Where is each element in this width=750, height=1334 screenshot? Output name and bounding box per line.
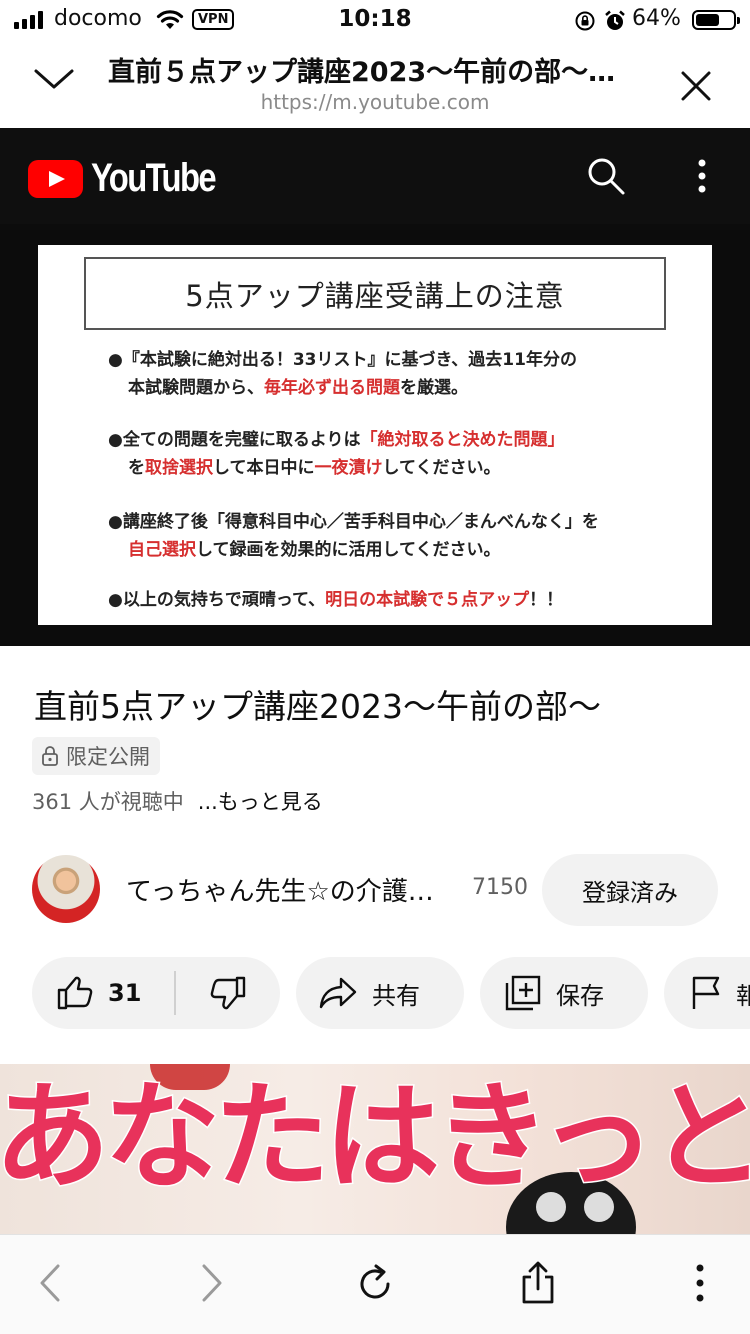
slide-line: ●全ての問題を完璧に取るよりは「絶対取ると決めた問題」 bbox=[108, 430, 565, 450]
youtube-wordmark: YouTube bbox=[91, 156, 217, 200]
flag-icon bbox=[692, 976, 720, 1009]
report-label: 報告 bbox=[736, 981, 750, 1010]
thumbs-down-icon bbox=[210, 976, 246, 1010]
privacy-label: 限定公開 bbox=[66, 745, 150, 769]
slide-line: 自己選択して録画を効果的に活用してください。 bbox=[128, 540, 501, 560]
status-bar: docomo VPN 10:18 64% bbox=[0, 0, 750, 40]
battery-fill bbox=[696, 14, 719, 26]
video-player[interactable]: 5点アップ講座受講上の注意 ●『本試験に絶対出る！33リスト』に基づき、過去11… bbox=[0, 224, 750, 646]
show-more-link[interactable]: ...もっと見る bbox=[198, 790, 323, 814]
dislike-button[interactable] bbox=[176, 957, 280, 1029]
subscriber-count: 7150 bbox=[472, 875, 528, 900]
video-frame-slide: 5点アップ講座受講上の注意 ●『本試験に絶対出る！33リスト』に基づき、過去11… bbox=[38, 245, 712, 625]
like-count: 31 bbox=[108, 979, 142, 1007]
next-video-thumbnail[interactable]: あなたはきっと 大丈夫 bbox=[0, 1064, 750, 1234]
close-icon[interactable] bbox=[680, 70, 712, 102]
share-label: 共有 bbox=[372, 981, 420, 1010]
slide-line: を取捨選択して本日中に一夜漬けしてください。 bbox=[128, 458, 501, 478]
subscribed-button[interactable]: 登録済み bbox=[542, 854, 718, 926]
more-vertical-icon[interactable] bbox=[690, 1263, 710, 1303]
back-icon[interactable] bbox=[36, 1263, 64, 1303]
search-icon[interactable] bbox=[586, 156, 626, 196]
forward-icon[interactable] bbox=[198, 1263, 226, 1303]
thumbnail-text: あなたはきっと bbox=[0, 1068, 750, 1206]
alarm-icon bbox=[605, 10, 625, 30]
slide-line: ●『本試験に絶対出る！33リスト』に基づき、過去11年分の bbox=[108, 350, 577, 370]
share-icon bbox=[319, 977, 357, 1009]
share-button[interactable]: 共有 bbox=[296, 957, 464, 1029]
thumbnail-text-2: 大丈夫 bbox=[0, 1204, 338, 1235]
channel-name[interactable]: てっちゃん先生☆の介護福祉士 bbox=[126, 871, 456, 908]
viewer-count: 361 人が視聴中 bbox=[32, 790, 184, 814]
reload-icon[interactable] bbox=[354, 1263, 396, 1305]
share-sheet-icon[interactable] bbox=[518, 1261, 558, 1305]
like-button[interactable]: 31 bbox=[32, 957, 174, 1029]
battery-percent: 64% bbox=[632, 6, 681, 31]
lock-icon bbox=[42, 746, 58, 766]
more-vertical-icon[interactable] bbox=[692, 158, 712, 194]
youtube-play-icon bbox=[28, 159, 83, 198]
thumbs-up-icon bbox=[57, 976, 93, 1010]
page-url[interactable]: https://m.youtube.com bbox=[0, 90, 750, 114]
browser-header: 直前５点アップ講座2023〜午前の部〜… https://m.youtube.c… bbox=[0, 40, 750, 128]
channel-avatar[interactable] bbox=[32, 855, 100, 923]
battery-icon bbox=[692, 10, 740, 30]
page-title: 直前５点アップ講座2023〜午前の部〜… bbox=[108, 57, 616, 88]
view-meta: 361 人が視聴中 ...もっと見る bbox=[32, 786, 323, 816]
slide-line: 本試験問題から、毎年必ず出る問題を厳選。 bbox=[128, 378, 468, 398]
privacy-badge: 限定公開 bbox=[32, 737, 160, 775]
rotation-lock-icon bbox=[575, 11, 595, 31]
youtube-logo[interactable]: YouTube bbox=[28, 156, 242, 201]
add-to-playlist-icon bbox=[505, 975, 541, 1011]
browser-toolbar bbox=[0, 1234, 750, 1334]
slide-line: ●以上の気持ちで頑晴って、明日の本試験で５点アップ！！ bbox=[108, 590, 564, 610]
slide-heading: 5点アップ講座受講上の注意 bbox=[84, 257, 666, 330]
slide-line: ●講座終了後「得意科目中心／苦手科目中心／まんべんなく」を bbox=[108, 512, 599, 532]
video-title[interactable]: 直前5点アップ講座2023〜午前の部〜 bbox=[34, 680, 601, 728]
chevron-down-icon[interactable] bbox=[32, 66, 76, 92]
report-button[interactable]: 報告 bbox=[664, 957, 750, 1029]
save-label: 保存 bbox=[556, 981, 604, 1010]
like-dislike-group: 31 bbox=[32, 957, 280, 1029]
save-button[interactable]: 保存 bbox=[480, 957, 648, 1029]
youtube-header: YouTube bbox=[0, 128, 750, 224]
